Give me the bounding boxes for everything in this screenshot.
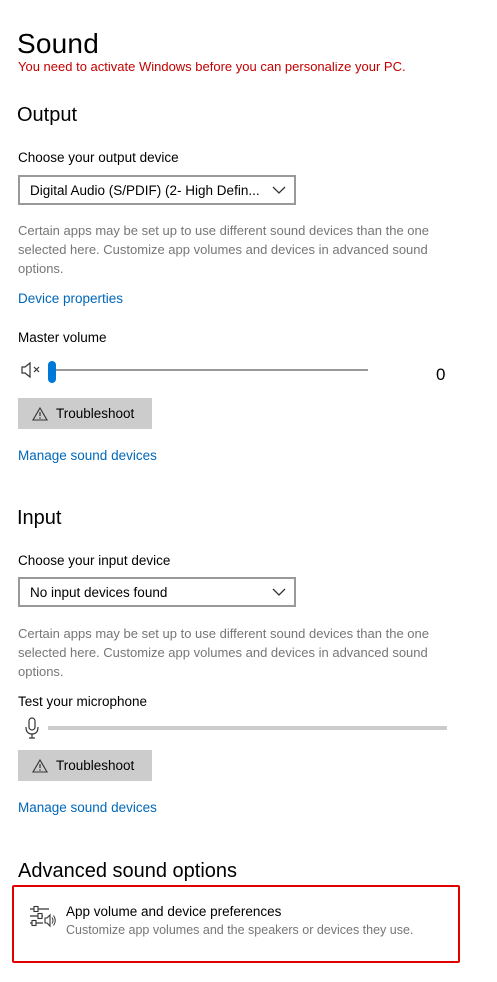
device-properties-link[interactable]: Device properties xyxy=(18,291,123,306)
app-volume-preferences-title[interactable]: App volume and device preferences xyxy=(66,904,281,919)
output-troubleshoot-label: Troubleshoot xyxy=(56,406,135,421)
output-manage-devices-link[interactable]: Manage sound devices xyxy=(18,448,157,463)
microphone-icon xyxy=(24,717,40,744)
speaker-muted-icon[interactable] xyxy=(20,361,42,384)
microphone-level-meter xyxy=(48,726,447,730)
output-device-label: Choose your output device xyxy=(18,150,179,165)
input-device-value: No input devices found xyxy=(30,584,168,600)
output-troubleshoot-button[interactable]: Troubleshoot xyxy=(18,398,152,429)
input-manage-devices-link[interactable]: Manage sound devices xyxy=(18,800,157,815)
master-volume-label: Master volume xyxy=(18,330,107,345)
sliders-speaker-icon xyxy=(29,905,57,934)
input-troubleshoot-button[interactable]: Troubleshoot xyxy=(18,750,152,781)
input-help-text: Certain apps may be set up to use differ… xyxy=(18,626,429,679)
output-section-title: Output xyxy=(17,104,78,126)
warning-icon xyxy=(32,406,48,421)
output-help-text: Certain apps may be set up to use differ… xyxy=(18,223,429,276)
page-title: Sound xyxy=(17,28,99,59)
warning-icon xyxy=(32,758,48,773)
input-device-dropdown[interactable]: No input devices found xyxy=(18,577,296,607)
app-volume-preferences-subtitle: Customize app volumes and the speakers o… xyxy=(66,923,414,937)
activation-warning: You need to activate Windows before you … xyxy=(18,62,406,74)
output-device-value: Digital Audio (S/PDIF) (2- High Defin... xyxy=(30,182,260,198)
master-volume-value: 0 xyxy=(436,365,446,384)
chevron-down-icon xyxy=(264,186,294,194)
test-microphone-label: Test your microphone xyxy=(18,694,148,709)
chevron-down-icon xyxy=(264,588,294,596)
advanced-section-title: Advanced sound options xyxy=(18,860,238,882)
input-section-title: Input xyxy=(17,507,62,529)
master-volume-track xyxy=(48,369,368,371)
master-volume-thumb[interactable] xyxy=(48,361,56,383)
input-device-label: Choose your input device xyxy=(18,553,171,568)
output-device-dropdown[interactable]: Digital Audio (S/PDIF) (2- High Defin... xyxy=(18,175,296,205)
input-troubleshoot-label: Troubleshoot xyxy=(56,758,135,773)
master-volume-slider[interactable] xyxy=(48,361,368,383)
